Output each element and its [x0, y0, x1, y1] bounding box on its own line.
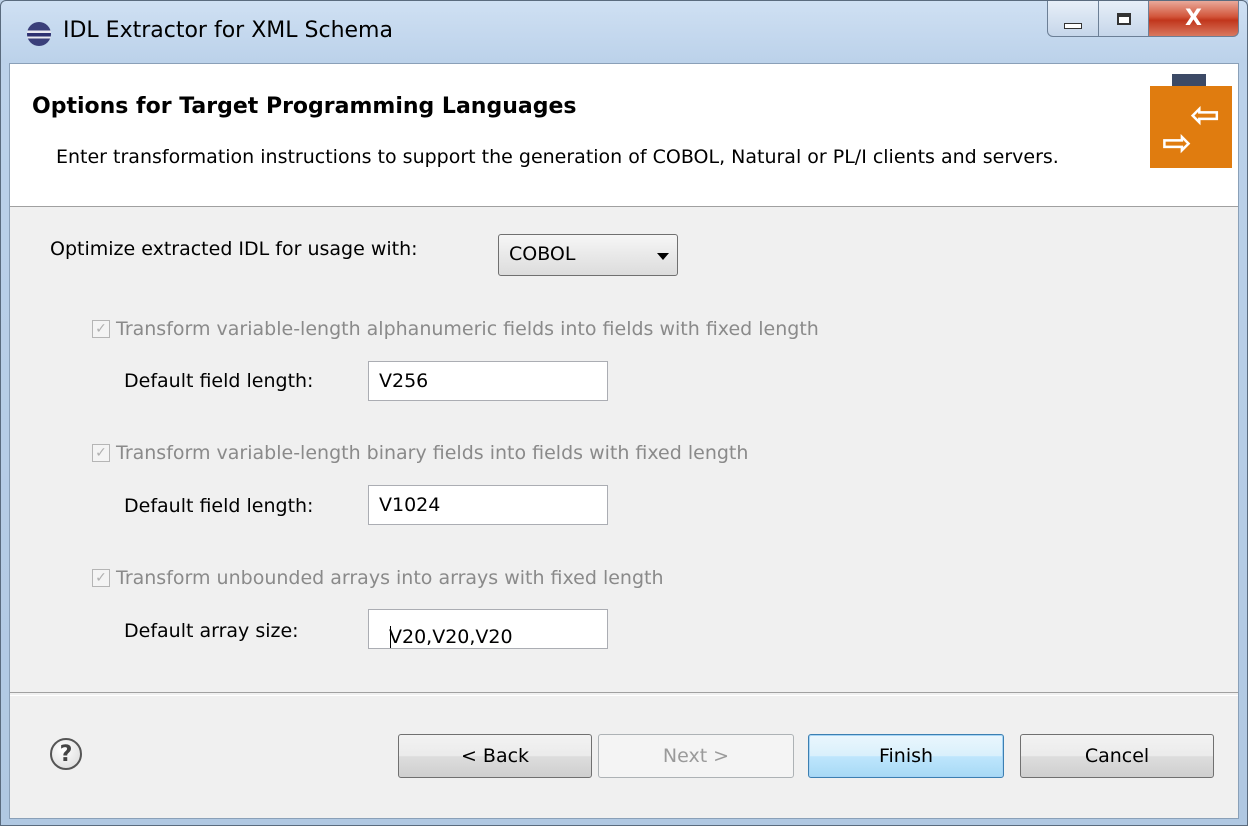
array-size-input[interactable]: V20,V20,V20: [368, 609, 608, 649]
title-bar[interactable]: IDL Extractor for XML Schema X: [1, 1, 1247, 63]
dialog-window: IDL Extractor for XML Schema X Options f…: [0, 0, 1248, 826]
language-select[interactable]: COBOL: [498, 234, 678, 276]
checkbox-alphanumeric[interactable]: ✓: [92, 320, 110, 338]
footer-separator: [10, 692, 1238, 696]
alphanumeric-length-input[interactable]: V256: [368, 361, 608, 401]
option-arrays[interactable]: ✓ Transform unbounded arrays into arrays…: [92, 567, 664, 589]
chevron-down-icon: [657, 253, 669, 260]
option-binary[interactable]: ✓ Transform variable-length binary field…: [92, 442, 748, 464]
close-icon: X: [1185, 6, 1202, 31]
field-length-label-alphanumeric: Default field length:: [124, 370, 314, 392]
minimize-icon: [1064, 22, 1082, 29]
help-glyph: ?: [59, 742, 73, 767]
page-title: Options for Target Programming Languages: [32, 94, 577, 119]
cancel-button[interactable]: Cancel: [1020, 734, 1214, 778]
next-button[interactable]: Next >: [598, 734, 794, 778]
checkbox-alphanumeric-label: Transform variable-length alphanumeric f…: [116, 318, 819, 340]
eclipse-icon: [27, 22, 51, 46]
checkbox-binary[interactable]: ✓: [92, 444, 110, 462]
option-alphanumeric[interactable]: ✓ Transform variable-length alphanumeric…: [92, 318, 819, 340]
finish-button[interactable]: Finish: [808, 734, 1004, 778]
caption-buttons: X: [1047, 1, 1239, 41]
array-size-label: Default array size:: [124, 620, 299, 642]
binary-length-input[interactable]: V1024: [368, 485, 608, 525]
wizard-header: Options for Target Programming Languages…: [10, 64, 1238, 207]
wizard-banner-icon: ⇦ ⇨: [1150, 72, 1232, 168]
help-icon[interactable]: ?: [50, 738, 82, 770]
back-button[interactable]: < Back: [398, 734, 592, 778]
array-size-text: V20,V20,V20: [389, 626, 513, 648]
close-button[interactable]: X: [1149, 1, 1239, 37]
maximize-button[interactable]: [1099, 1, 1149, 37]
language-select-value: COBOL: [509, 243, 576, 265]
field-length-label-binary: Default field length:: [124, 495, 314, 517]
dialog-content: Options for Target Programming Languages…: [9, 63, 1239, 819]
checkbox-arrays[interactable]: ✓: [92, 569, 110, 587]
banner-bar: [1172, 74, 1206, 86]
binary-length-value: V1024: [379, 494, 441, 516]
window-title: IDL Extractor for XML Schema: [63, 18, 393, 43]
arrow-right-icon: ⇨: [1162, 123, 1193, 164]
optimize-label: Optimize extracted IDL for usage with:: [50, 238, 418, 260]
minimize-button[interactable]: [1047, 1, 1099, 37]
text-caret: [390, 626, 391, 648]
arrow-left-icon: ⇦: [1190, 95, 1221, 136]
maximize-icon: [1116, 12, 1131, 25]
checkbox-binary-label: Transform variable-length binary fields …: [116, 442, 749, 464]
checkbox-arrays-label: Transform unbounded arrays into arrays w…: [116, 567, 664, 589]
alphanumeric-length-value: V256: [379, 370, 429, 392]
page-description: Enter transformation instructions to sup…: [56, 146, 1059, 168]
